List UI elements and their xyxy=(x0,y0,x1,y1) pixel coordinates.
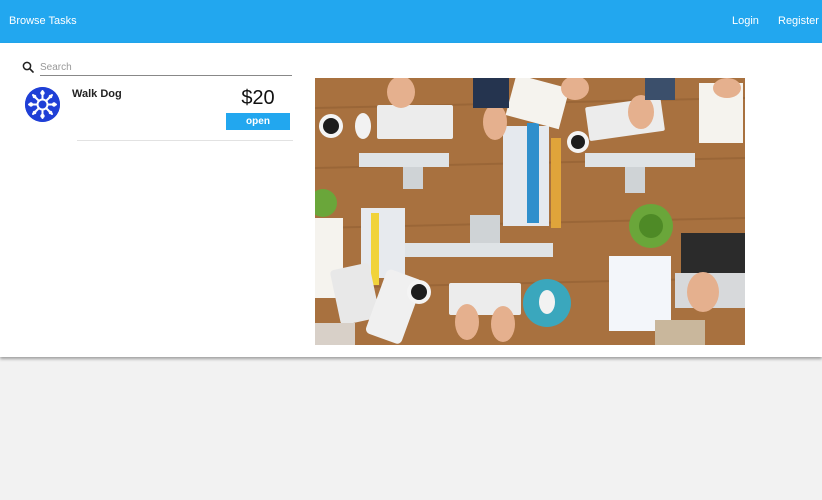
snowflake-pattern-icon xyxy=(25,87,60,122)
search-icon xyxy=(22,61,34,73)
search-input[interactable] xyxy=(40,59,292,76)
office-desk-photo xyxy=(315,78,745,345)
browse-tasks-link[interactable]: Browse Tasks xyxy=(9,15,77,27)
top-navbar: Browse Tasks Login Register xyxy=(0,0,822,43)
task-title: Walk Dog xyxy=(72,88,122,100)
task-price: $20 xyxy=(241,87,275,109)
status-badge: open xyxy=(226,113,290,130)
login-link[interactable]: Login xyxy=(732,15,759,27)
task-divider xyxy=(77,140,293,141)
register-link[interactable]: Register xyxy=(778,15,819,27)
task-card[interactable]: Walk Dog $20 open xyxy=(20,84,295,142)
